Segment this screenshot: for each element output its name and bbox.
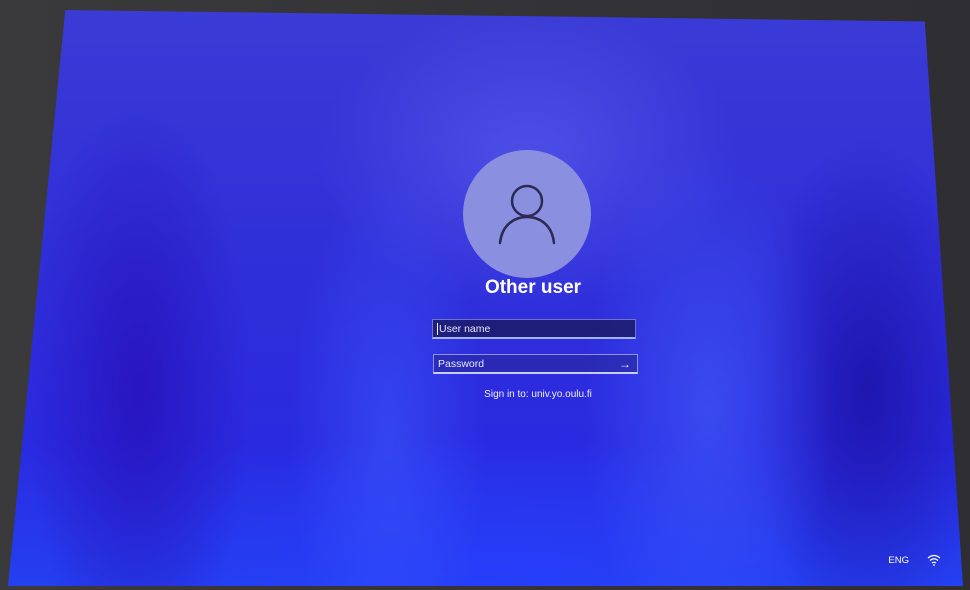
- system-tray: ENG: [888, 554, 941, 566]
- password-placeholder: Password: [438, 357, 485, 370]
- lock-screen-wallpaper: Other user User name Password → Sign in …: [8, 10, 963, 586]
- password-input[interactable]: Password →: [433, 354, 638, 374]
- text-caret: [437, 322, 438, 335]
- username-placeholder: User name: [439, 322, 491, 335]
- sign-in-domain: Sign in to: univ.yo.oulu.fi: [484, 389, 592, 400]
- language-indicator[interactable]: ENG: [888, 555, 909, 566]
- person-icon: [498, 184, 556, 245]
- wifi-icon[interactable]: [927, 554, 941, 566]
- account-name: Other user: [484, 277, 582, 298]
- monitor-bezel: Other user User name Password → Sign in …: [0, 0, 970, 590]
- user-avatar: [463, 150, 591, 278]
- username-input[interactable]: User name: [432, 319, 636, 339]
- arrow-right-icon[interactable]: →: [619, 357, 631, 371]
